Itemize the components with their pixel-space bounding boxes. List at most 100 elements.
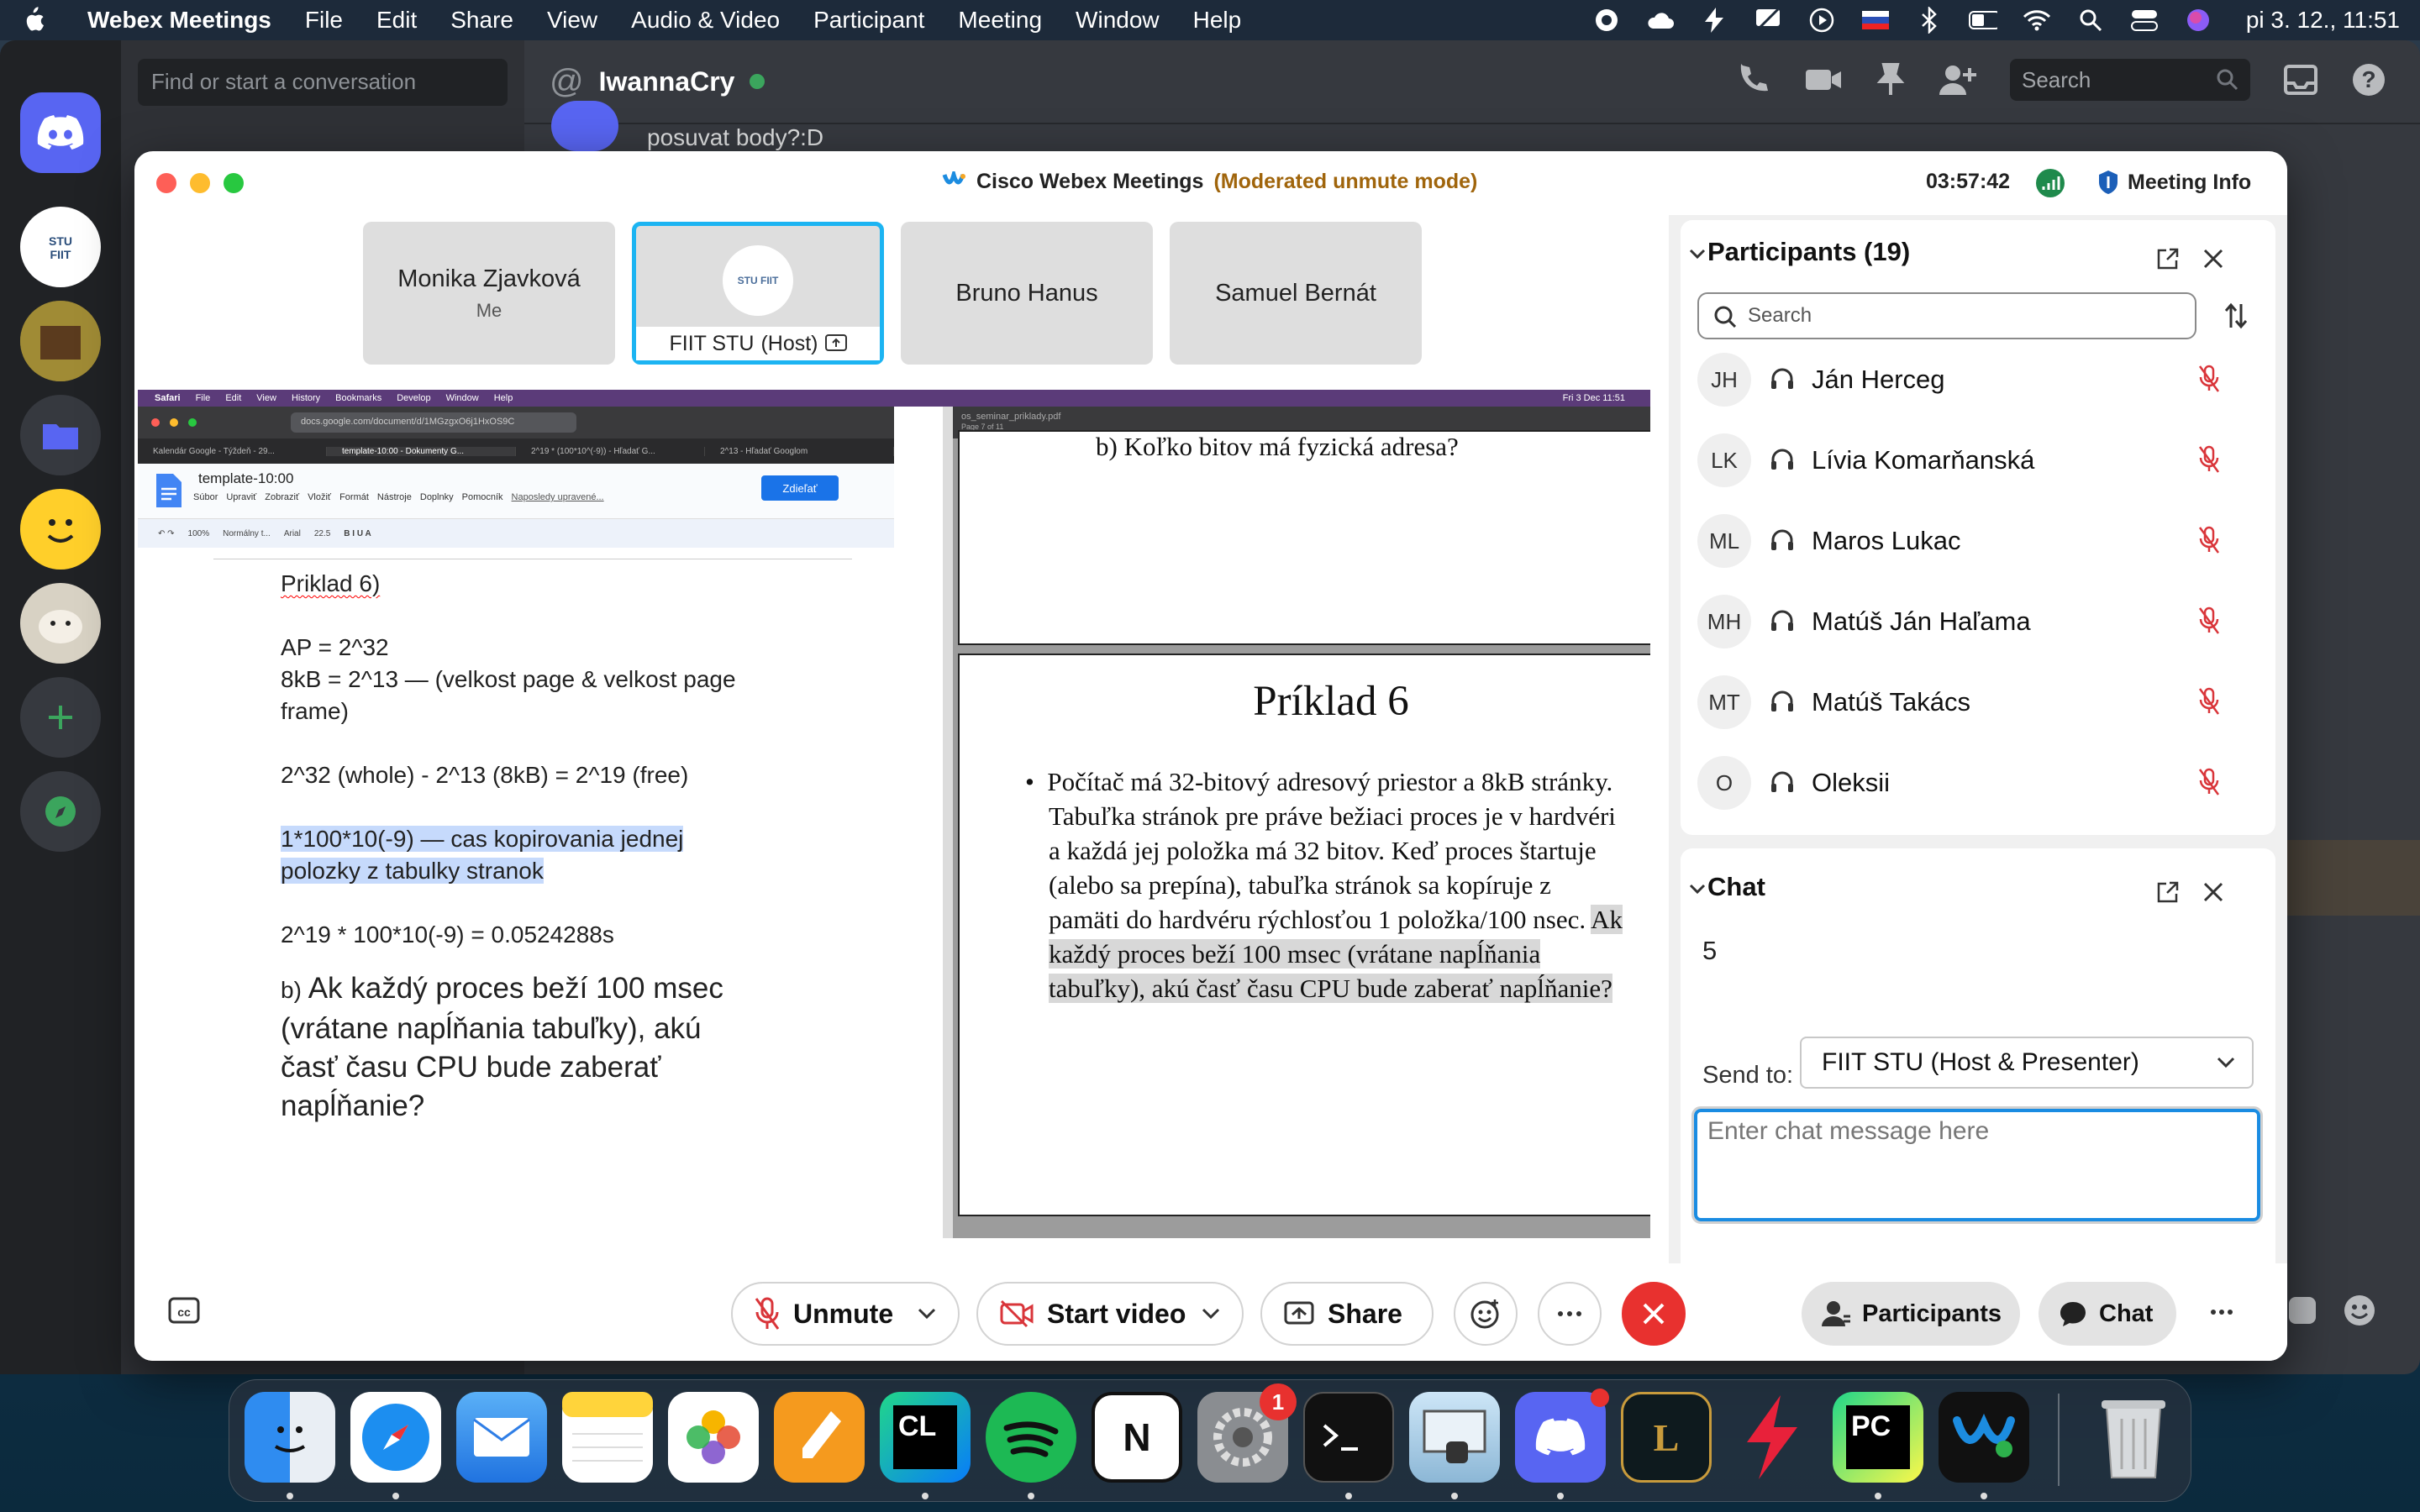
video-tile-host[interactable]: STU FIIT FIIT STU (Host): [632, 222, 884, 365]
sticker-icon[interactable]: [2287, 1295, 2317, 1326]
play-icon[interactable]: [1807, 6, 1836, 34]
menu-meeting[interactable]: Meeting: [958, 7, 1042, 34]
pin-icon[interactable]: [1876, 63, 1906, 97]
league-of-legends-dock-icon[interactable]: L: [1621, 1392, 1712, 1483]
video-tile-samuel[interactable]: Samuel Bernát: [1170, 222, 1422, 365]
safari-dock-icon[interactable]: [350, 1392, 441, 1483]
add-friend-icon[interactable]: [1939, 63, 1976, 97]
participant-row[interactable]: ML Maros Lukac: [1697, 501, 2252, 581]
notification-mute-icon[interactable]: [1754, 6, 1782, 34]
discord-find-conversation-input[interactable]: Find or start a conversation: [138, 59, 508, 106]
discord-dock-icon[interactable]: [1515, 1389, 1609, 1483]
network-health-icon[interactable]: [2035, 168, 2065, 198]
collapse-chevron-icon[interactable]: [1689, 884, 1706, 895]
closed-captions-icon[interactable]: cc: [168, 1297, 200, 1326]
inbox-icon[interactable]: [2284, 65, 2317, 95]
server-game-icon[interactable]: [20, 301, 101, 381]
battery-icon[interactable]: [1968, 6, 1997, 34]
more-options-button[interactable]: [1538, 1282, 1602, 1346]
muted-mic-icon[interactable]: [2198, 687, 2220, 716]
chevron-down-icon[interactable]: [918, 1308, 936, 1320]
webex-dock-icon[interactable]: [1939, 1392, 2029, 1483]
slovak-flag-icon[interactable]: [1861, 6, 1890, 34]
pages-dock-icon[interactable]: [774, 1392, 865, 1483]
server-smiley-icon[interactable]: [20, 489, 101, 570]
minimize-window-button[interactable]: [190, 173, 210, 193]
notes-dock-icon[interactable]: [562, 1392, 653, 1483]
meeting-info-button[interactable]: Meeting Info: [2097, 170, 2251, 195]
siri-icon[interactable]: [2184, 6, 2212, 34]
discord-home-icon[interactable]: [20, 92, 101, 173]
video-tile-bruno[interactable]: Bruno Hanus: [901, 222, 1153, 365]
help-icon[interactable]: ?: [2351, 62, 2386, 97]
muted-mic-icon[interactable]: [2198, 606, 2220, 635]
cloud-icon[interactable]: [1646, 6, 1675, 34]
muted-mic-icon[interactable]: [2198, 768, 2220, 796]
server-stu-fiit-icon[interactable]: STU FIIT: [20, 207, 101, 287]
unmute-button[interactable]: Unmute: [731, 1282, 960, 1346]
finder-dock-icon[interactable]: [245, 1392, 335, 1483]
reactions-button[interactable]: [1454, 1282, 1518, 1346]
muted-mic-icon[interactable]: [2198, 526, 2220, 554]
participant-row[interactable]: LK Lívia Komarňanská: [1697, 420, 2252, 501]
menu-participant[interactable]: Participant: [813, 7, 924, 34]
participant-row[interactable]: MH Matúš Ján Haľama: [1697, 581, 2252, 662]
terminal-dock-icon[interactable]: [1303, 1392, 1394, 1483]
close-icon[interactable]: [2203, 882, 2223, 902]
vpn-icon[interactable]: [1592, 6, 1621, 34]
apple-menu-icon[interactable]: [20, 6, 49, 34]
share-button[interactable]: Share: [1260, 1282, 1434, 1346]
clion-dock-icon[interactable]: CL: [880, 1392, 971, 1483]
app-name-menu[interactable]: Webex Meetings: [87, 7, 271, 34]
menubar-clock[interactable]: pi 3. 12., 11:51: [2246, 7, 2400, 34]
system-preferences-dock-icon[interactable]: 1: [1197, 1383, 1297, 1483]
menu-share[interactable]: Share: [450, 7, 513, 34]
video-tile-self[interactable]: Monika Zjavková Me: [363, 222, 615, 365]
menu-file[interactable]: File: [305, 7, 343, 34]
muted-mic-icon[interactable]: [2198, 365, 2220, 393]
menu-window[interactable]: Window: [1076, 7, 1160, 34]
menu-audio-video[interactable]: Audio & Video: [631, 7, 780, 34]
photos-dock-icon[interactable]: [668, 1392, 759, 1483]
sort-icon[interactable]: [2223, 302, 2249, 329]
notion-dock-icon[interactable]: N: [1092, 1392, 1182, 1483]
call-icon[interactable]: [1736, 62, 1771, 97]
flash-dock-icon[interactable]: [1727, 1392, 1818, 1483]
maximize-window-button[interactable]: [224, 173, 244, 193]
menu-edit[interactable]: Edit: [376, 7, 417, 34]
spotify-dock-icon[interactable]: [986, 1392, 1076, 1483]
spotlight-search-icon[interactable]: [2076, 6, 2105, 34]
add-server-icon[interactable]: [20, 677, 101, 758]
start-video-button[interactable]: Start video: [976, 1282, 1244, 1346]
control-center-icon[interactable]: [2130, 6, 2159, 34]
server-dog-icon[interactable]: [20, 583, 101, 664]
bluetooth-icon[interactable]: [1915, 6, 1944, 34]
mail-dock-icon[interactable]: [456, 1392, 547, 1483]
preview-dock-icon[interactable]: [1409, 1392, 1500, 1483]
participant-row[interactable]: MT Matúš Takács: [1697, 662, 2252, 743]
wifi-icon[interactable]: [2023, 6, 2051, 34]
leave-meeting-button[interactable]: [1622, 1282, 1686, 1346]
chat-toggle-button[interactable]: Chat: [2039, 1282, 2176, 1346]
close-window-button[interactable]: [156, 173, 176, 193]
participants-toggle-button[interactable]: Participants: [1802, 1282, 2020, 1346]
trash-dock-icon[interactable]: [2088, 1392, 2179, 1483]
participants-search-input[interactable]: Search: [1697, 292, 2196, 339]
emoji-icon[interactable]: [2343, 1294, 2376, 1327]
explore-servers-icon[interactable]: [20, 771, 101, 852]
popout-icon[interactable]: [2156, 247, 2180, 270]
popout-icon[interactable]: [2156, 880, 2180, 904]
send-to-select[interactable]: FIIT STU (Host & Presenter): [1800, 1037, 2254, 1089]
chat-message-input[interactable]: Enter chat message here: [1691, 1106, 2263, 1224]
video-call-icon[interactable]: [1805, 66, 1842, 93]
menu-view[interactable]: View: [547, 7, 597, 34]
discord-search-input[interactable]: Search: [2010, 59, 2250, 101]
participant-row[interactable]: JH Ján Herceg: [1697, 339, 2252, 420]
server-folder-icon[interactable]: [20, 395, 101, 475]
muted-mic-icon[interactable]: [2198, 445, 2220, 474]
bolt-icon[interactable]: [1700, 6, 1728, 34]
close-icon[interactable]: [2203, 249, 2223, 269]
chevron-down-icon[interactable]: [1202, 1308, 1220, 1320]
menu-help[interactable]: Help: [1193, 7, 1242, 34]
more-dots-icon[interactable]: [2210, 1309, 2233, 1315]
